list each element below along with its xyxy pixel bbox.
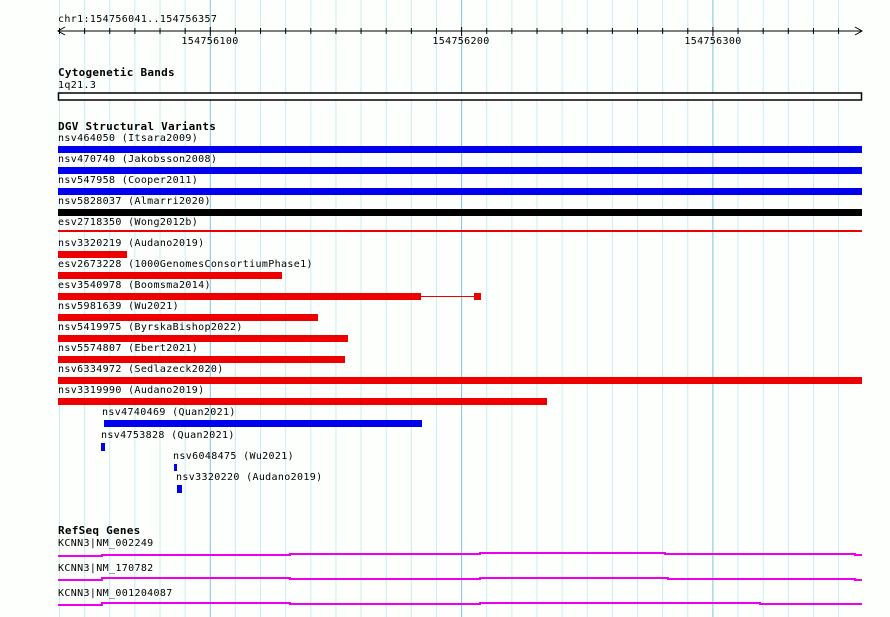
gene-line[interactable] xyxy=(58,602,862,606)
section-header-refseq: RefSeq Genes xyxy=(58,524,141,537)
variant-bar[interactable] xyxy=(58,398,547,405)
cytoband-box[interactable] xyxy=(57,92,863,101)
variant-label[interactable]: esv2718350 (Wong2012b) xyxy=(58,217,198,229)
region-title: chr1:154756041..154756357 xyxy=(58,14,218,25)
gene-label[interactable]: KCNN3|NM_001204087 xyxy=(58,588,173,600)
variant-label[interactable]: nsv470740 (Jakobsson2008) xyxy=(58,154,217,166)
variant-bar[interactable] xyxy=(58,167,862,174)
variant-label[interactable]: nsv464050 (Itsara2009) xyxy=(58,133,198,145)
variant-bar[interactable] xyxy=(58,314,318,321)
variant-label[interactable]: nsv6334972 (Sedlazeck2020) xyxy=(58,364,224,376)
variant-bar[interactable] xyxy=(58,293,421,300)
variant-label[interactable]: nsv3319990 (Audano2019) xyxy=(58,385,205,397)
variant-label[interactable]: nsv5574807 (Ebert2021) xyxy=(58,343,198,355)
variant-bar[interactable] xyxy=(58,209,862,216)
variant-label[interactable]: nsv4740469 (Quan2021) xyxy=(102,407,236,419)
cytoband-label[interactable]: 1q21.3 xyxy=(58,80,96,92)
variant-label[interactable]: nsv4753828 (Quan2021) xyxy=(101,430,235,442)
variant-bar[interactable] xyxy=(104,420,422,427)
gene-label[interactable]: KCNN3|NM_170782 xyxy=(58,563,154,575)
variant-bar[interactable] xyxy=(58,356,345,363)
genome-browser-view: chr1:154756041..154756357 Cytogenetic Ba… xyxy=(0,0,890,617)
variant-bar[interactable] xyxy=(58,230,862,232)
variant-bar[interactable] xyxy=(58,146,862,153)
variant-bar[interactable] xyxy=(174,464,177,471)
variant-bar[interactable] xyxy=(58,335,348,342)
gene-line[interactable] xyxy=(58,552,862,557)
variant-bar[interactable] xyxy=(58,188,862,195)
variant-end-block[interactable] xyxy=(474,293,481,300)
variant-label[interactable]: nsv6048475 (Wu2021) xyxy=(173,451,294,463)
variant-label[interactable]: nsv3320220 (Audano2019) xyxy=(176,472,323,484)
variant-label[interactable]: nsv5419975 (ByrskaBishop2022) xyxy=(58,322,243,334)
gene-label[interactable]: KCNN3|NM_002249 xyxy=(58,538,154,550)
gene-line[interactable] xyxy=(58,577,862,581)
section-header-dgv: DGV Structural Variants xyxy=(58,120,217,133)
variant-bar[interactable] xyxy=(58,377,862,384)
variant-bar[interactable] xyxy=(58,272,282,279)
variant-label[interactable]: esv3540978 (Boomsma2014) xyxy=(58,280,211,292)
variant-label[interactable]: esv2673228 (1000GenomesConsortiumPhase1) xyxy=(58,259,313,271)
variant-bar[interactable] xyxy=(58,251,127,258)
variant-label[interactable]: nsv5828037 (Almarri2020) xyxy=(58,196,211,208)
ruler-tick-label: 154756200 xyxy=(432,36,490,47)
ruler-tick-label: 154756100 xyxy=(181,36,239,47)
variant-bar[interactable] xyxy=(101,443,105,451)
variant-label[interactable]: nsv5981639 (Wu2021) xyxy=(58,301,179,313)
ruler-tick-label: 154756300 xyxy=(684,36,742,47)
variant-label[interactable]: nsv547958 (Cooper2011) xyxy=(58,175,198,187)
variant-bar[interactable] xyxy=(177,485,182,493)
section-header-cytobands: Cytogenetic Bands xyxy=(58,66,175,79)
variant-label[interactable]: nsv3320219 (Audano2019) xyxy=(58,238,205,250)
